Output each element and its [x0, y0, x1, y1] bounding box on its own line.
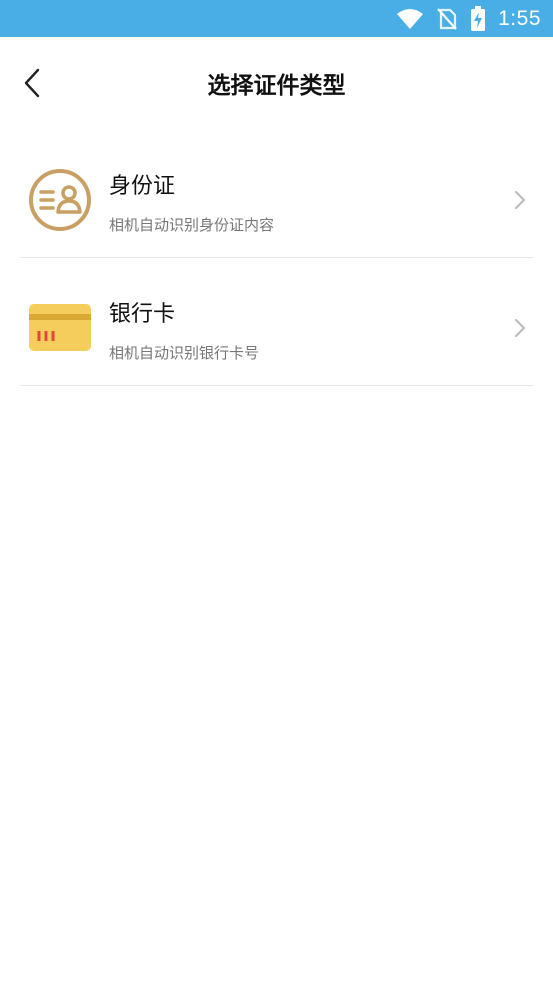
status-bar: 1:55	[0, 0, 553, 37]
status-time: 1:55	[498, 6, 541, 30]
list-item-id-card[interactable]: 身份证 相机自动识别身份证内容	[20, 130, 533, 258]
list-item-bank-card[interactable]: 银行卡 相机自动识别银行卡号	[20, 258, 533, 386]
item-title: 银行卡	[109, 302, 176, 327]
no-sim-icon	[437, 7, 457, 30]
chevron-right-icon	[515, 319, 525, 337]
chevron-right-icon	[515, 191, 525, 209]
item-subtitle: 相机自动识别身份证内容	[109, 216, 275, 234]
document-type-list: 身份证 相机自动识别身份证内容 银行卡 相机自动识别银行卡号	[0, 130, 553, 386]
battery-charging-icon	[471, 5, 486, 31]
id-card-icon	[29, 169, 91, 231]
wifi-icon	[397, 8, 424, 29]
item-title: 身份证	[109, 174, 176, 199]
status-icons: 1:55	[396, 0, 541, 37]
header: 选择证件类型	[0, 37, 553, 129]
item-subtitle: 相机自动识别银行卡号	[109, 344, 260, 362]
bank-card-icon	[29, 304, 91, 351]
page-title: 选择证件类型	[207, 73, 346, 99]
